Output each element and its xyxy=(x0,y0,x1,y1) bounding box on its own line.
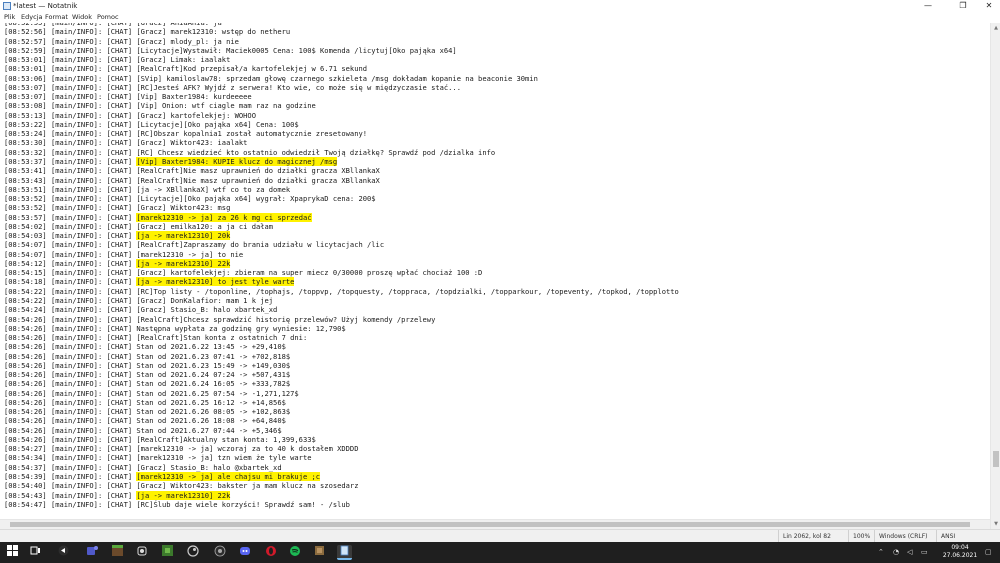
text-line: [08:53:32] [main/INFO]: [CHAT] [RC] Chce… xyxy=(4,147,496,157)
text-line: [08:53:07] [main/INFO]: [CHAT] [RC]Jeste… xyxy=(4,82,461,92)
text-line: [08:54:26] [main/INFO]: [CHAT] Stan od 2… xyxy=(4,370,291,380)
text-line: [08:53:52] [main/INFO]: [CHAT] [Gracz] W… xyxy=(4,203,231,213)
text-line: [08:53:01] [main/INFO]: [CHAT] [Gracz] L… xyxy=(4,55,231,65)
close-button[interactable]: ✕ xyxy=(974,0,1000,12)
text-line: [08:54:24] [main/INFO]: [CHAT] [Gracz] S… xyxy=(4,305,278,315)
scroll-up-icon[interactable]: ▲ xyxy=(991,23,1000,33)
text-line: [08:53:30] [main/INFO]: [CHAT] [Gracz] W… xyxy=(4,138,248,148)
chrome-icon-2[interactable] xyxy=(212,545,227,560)
notifications-icon[interactable]: ▢ xyxy=(985,542,992,563)
window-title: *latest — Notatnik xyxy=(13,2,78,10)
title-bar: *latest — Notatnik — ❐ ✕ xyxy=(0,0,1000,12)
text-line: [08:54:26] [main/INFO]: [CHAT] Stan od 2… xyxy=(4,416,286,426)
minecraft-icon[interactable] xyxy=(110,545,125,560)
text-line: [08:54:34] [main/INFO]: [CHAT] [marek123… xyxy=(4,453,312,463)
menu-file[interactable]: Plik xyxy=(4,12,15,23)
text-lines: [08:52:55] [main/INFO]: [CHAT] [Gracz] A… xyxy=(4,23,679,509)
text-line: [08:54:03] [main/INFO]: [CHAT] [ja -> ma… xyxy=(4,231,231,241)
menu-format[interactable]: Format xyxy=(45,12,68,23)
text-line: [08:54:27] [main/INFO]: [CHAT] [marek123… xyxy=(4,444,359,454)
minimize-button[interactable]: — xyxy=(913,0,943,12)
text-line: [08:54:26] [main/INFO]: [CHAT] Stan od 2… xyxy=(4,425,282,435)
text-line: [08:53:51] [main/INFO]: [CHAT] [ja -> XB… xyxy=(4,184,291,194)
status-bar: Lin 2062, kol 82 100% Windows (CRLF) ANS… xyxy=(0,529,1000,543)
text-line: [08:54:26] [main/INFO]: [CHAT] Stan od 2… xyxy=(4,342,286,352)
text-line: [08:54:22] [main/INFO]: [CHAT] [RC]Top l… xyxy=(4,286,679,296)
notepad-app-icon xyxy=(3,2,11,10)
text-line: [08:53:07] [main/INFO]: [CHAT] [Vip] Bax… xyxy=(4,92,252,102)
text-line: [08:54:26] [main/INFO]: [CHAT] [RealCraf… xyxy=(4,333,308,343)
volume-icon[interactable]: ◁ xyxy=(907,542,912,563)
text-line: [08:54:18] [main/INFO]: [CHAT] [ja -> ma… xyxy=(4,277,295,287)
text-line: [08:54:39] [main/INFO]: [CHAT] [marek123… xyxy=(4,472,321,482)
clock[interactable]: 09:04 27.06.2021 xyxy=(940,544,980,560)
text-line: [08:52:56] [main/INFO]: [CHAT] [Gracz] m… xyxy=(4,27,291,37)
sound-icon[interactable] xyxy=(134,545,149,560)
taskbar: ⌃ ◔ ◁ ▭ 09:04 27.06.2021 ▢ xyxy=(0,542,1000,563)
notepad-icon[interactable] xyxy=(337,545,352,560)
text-line: [08:54:26] [main/INFO]: [CHAT] Stan od 2… xyxy=(4,388,299,398)
text-line: [08:54:47] [main/INFO]: [CHAT] [RC]Ślub … xyxy=(4,499,350,509)
network-icon[interactable]: ◔ xyxy=(893,542,899,563)
text-line: [08:54:43] [main/INFO]: [CHAT] [ja -> ma… xyxy=(4,490,231,500)
battery-icon[interactable]: ▭ xyxy=(921,542,928,563)
text-line: [08:54:26] [main/INFO]: [CHAT] Następna … xyxy=(4,323,346,333)
menu-help[interactable]: Pomoc xyxy=(97,12,119,23)
text-line: [08:54:07] [main/INFO]: [CHAT] [marek123… xyxy=(4,249,244,259)
vertical-scrollbar[interactable]: ▲ ▼ xyxy=(990,23,1000,529)
discord-icon[interactable] xyxy=(237,545,252,560)
text-line: [08:53:24] [main/INFO]: [CHAT] [RC]Obsza… xyxy=(4,129,368,139)
vertical-scroll-thumb[interactable] xyxy=(993,451,999,467)
menu-view[interactable]: Widok xyxy=(72,12,92,23)
scroll-down-icon[interactable]: ▼ xyxy=(991,519,1000,529)
text-line: [08:53:52] [main/INFO]: [CHAT] [Licytacj… xyxy=(4,194,376,204)
horizontal-scrollbar[interactable] xyxy=(0,519,990,529)
text-line: [08:54:26] [main/INFO]: [CHAT] Stan od 2… xyxy=(4,407,291,417)
text-line: [08:53:57] [main/INFO]: [CHAT] [marek123… xyxy=(4,212,312,222)
chrome-icon[interactable] xyxy=(56,545,71,560)
text-line: [08:53:08] [main/INFO]: [CHAT] [Vip] Oni… xyxy=(4,101,316,111)
task-view-icon[interactable] xyxy=(28,545,43,560)
spotify-icon[interactable] xyxy=(287,545,302,560)
text-line: [08:54:26] [main/INFO]: [CHAT] Stan od 2… xyxy=(4,351,291,361)
text-line: [08:54:26] [main/INFO]: [CHAT] Stan od 2… xyxy=(4,397,286,407)
text-line: [08:54:26] [main/INFO]: [CHAT] [RealCraf… xyxy=(4,434,316,444)
text-line: [08:54:26] [main/INFO]: [CHAT] Stan od 2… xyxy=(4,360,291,370)
opera-icon[interactable] xyxy=(263,545,278,560)
windows-start-icon[interactable] xyxy=(5,545,20,560)
text-line: [08:53:22] [main/INFO]: [CHAT] [Licytacj… xyxy=(4,119,299,129)
text-line: [08:53:13] [main/INFO]: [CHAT] [Gracz] k… xyxy=(4,110,256,120)
text-line: [08:52:59] [main/INFO]: [CHAT] [Licytacj… xyxy=(4,45,457,55)
text-line: [08:52:57] [main/INFO]: [CHAT] [Gracz] m… xyxy=(4,36,239,46)
text-line: [08:54:37] [main/INFO]: [CHAT] [Gracz] S… xyxy=(4,462,282,472)
text-line: [08:54:26] [main/INFO]: [CHAT] [RealCraf… xyxy=(4,314,436,324)
text-line: [08:53:41] [main/INFO]: [CHAT] [RealCraf… xyxy=(4,166,380,176)
text-line: [08:53:37] [main/INFO]: [CHAT] [Vip] Bax… xyxy=(4,156,338,166)
text-line: [08:54:40] [main/INFO]: [CHAT] [Gracz] W… xyxy=(4,481,359,491)
text-line: [08:53:01] [main/INFO]: [CHAT] [RealCraf… xyxy=(4,64,368,74)
teams-icon[interactable] xyxy=(84,545,99,560)
file-icon[interactable] xyxy=(312,545,327,560)
minecraft-launcher-icon[interactable] xyxy=(160,545,175,560)
clock-time: 09:04 xyxy=(951,544,969,551)
tray-expand-icon[interactable]: ⌃ xyxy=(878,542,884,563)
menu-edit[interactable]: Edycja xyxy=(21,12,42,23)
text-line: [08:54:15] [main/INFO]: [CHAT] [Gracz] k… xyxy=(4,268,483,278)
clock-date: 27.06.2021 xyxy=(942,552,978,559)
text-line: [08:54:07] [main/INFO]: [CHAT] [RealCraf… xyxy=(4,240,385,250)
text-line: [08:53:06] [main/INFO]: [CHAT] [SVip] ka… xyxy=(4,73,538,83)
text-line: [08:53:43] [main/INFO]: [CHAT] [RealCraf… xyxy=(4,175,380,185)
menu-bar: Plik Edycja Format Widok Pomoc xyxy=(0,12,1000,23)
text-editor[interactable]: [08:52:55] [main/INFO]: [CHAT] [Gracz] A… xyxy=(0,23,990,529)
text-line: [08:54:02] [main/INFO]: [CHAT] [Gracz] e… xyxy=(4,221,274,231)
text-line: [08:54:12] [main/INFO]: [CHAT] [ja -> ma… xyxy=(4,258,231,268)
steam-icon[interactable] xyxy=(185,545,200,560)
horizontal-scroll-thumb[interactable] xyxy=(10,522,970,527)
text-line: [08:54:26] [main/INFO]: [CHAT] Stan od 2… xyxy=(4,379,291,389)
text-line: [08:54:22] [main/INFO]: [CHAT] [Gracz] D… xyxy=(4,295,274,305)
